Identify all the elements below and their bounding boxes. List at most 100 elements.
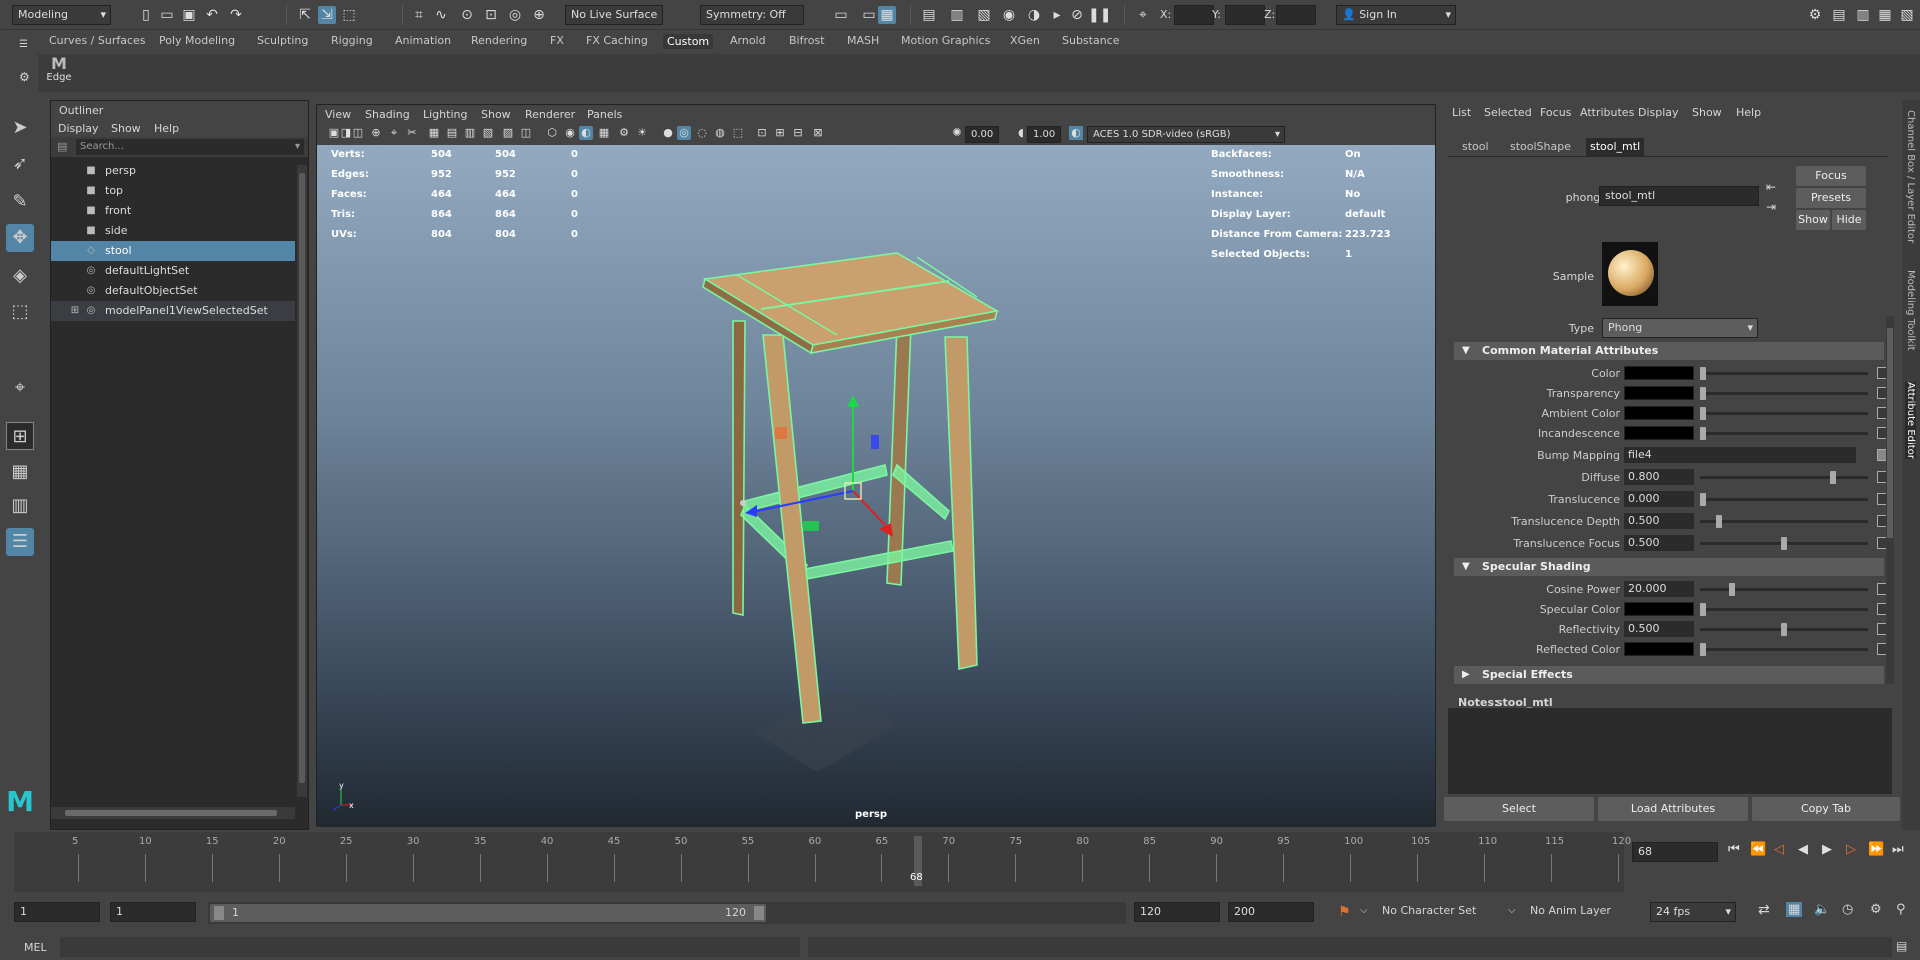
color-swatch[interactable]	[1624, 602, 1694, 616]
range-slider-bar[interactable]: 1 120	[210, 904, 766, 922]
loop-icon[interactable]: ⇄	[1758, 902, 1770, 918]
cache-playback-icon[interactable]: ▦	[1786, 902, 1803, 917]
attribute-slider[interactable]	[1700, 387, 1868, 400]
expand-icon[interactable]: ⊞	[69, 305, 81, 317]
numeric-field[interactable]: 0.800	[1624, 469, 1694, 485]
time-slider[interactable]: 5 10 15 20 25 30 35 40 45 50 55 60 65 70 75 80 85 90 95 100…	[0, 832, 1920, 894]
tab-fx-caching[interactable]: FX Caching	[586, 34, 648, 47]
slider-handle[interactable]	[1700, 367, 1706, 380]
toggle-tool-settings-icon[interactable]: ▦	[1876, 6, 1894, 24]
range-slider-track[interactable]: 1 120	[208, 902, 1126, 924]
animation-prefs-icon[interactable]: ⚙	[1870, 902, 1882, 917]
outliner-item[interactable]: ■ front	[51, 201, 295, 221]
snap-point-icon[interactable]: ⊙	[458, 6, 476, 24]
scale-tool-icon[interactable]: ⬚	[6, 298, 34, 326]
range-start-handle[interactable]	[214, 906, 224, 920]
attribute-slider[interactable]	[1700, 407, 1868, 420]
panel-menu-panels[interactable]: Panels	[587, 108, 622, 121]
isolate-select-icon[interactable]: ⬚	[731, 126, 745, 140]
time-slider-track[interactable]: 5 10 15 20 25 30 35 40 45 50 55 60 65 70 75 80 85 90 95 100…	[14, 832, 1631, 892]
xray-icon[interactable]: ⊡	[755, 126, 769, 140]
range-end-handle[interactable]	[754, 906, 764, 920]
outliner-item[interactable]: ■ persp	[51, 161, 295, 181]
wireframe-icon[interactable]: ⬡	[545, 126, 559, 140]
go-to-input-icon[interactable]: ⇤	[1766, 180, 1776, 194]
outliner-item[interactable]: ■ side	[51, 221, 295, 241]
animation-end-field[interactable]: 200	[1228, 902, 1314, 922]
render-view-icon[interactable]: ▧	[975, 6, 993, 24]
focus-button[interactable]: Focus	[1796, 166, 1866, 186]
panel-menu-view[interactable]: View	[325, 108, 351, 121]
notes-textarea[interactable]	[1448, 708, 1892, 794]
toggle-attribute-editor-icon[interactable]: ▥	[1854, 6, 1872, 24]
step-forward-key-icon[interactable]: ⏩	[1868, 842, 1884, 857]
attribute-slider[interactable]	[1700, 537, 1868, 550]
numeric-field[interactable]: 0.500	[1624, 621, 1694, 637]
filter-icon[interactable]: ▤	[57, 140, 67, 153]
slider-handle[interactable]	[1700, 427, 1706, 440]
auto-key-icon[interactable]: ⚑	[1338, 904, 1351, 920]
render-settings-icon[interactable]: ▦	[878, 6, 896, 24]
ae-menu-item[interactable]: Attributes	[1580, 106, 1634, 119]
ae-tab-stool[interactable]: stool	[1458, 138, 1493, 156]
special-effects-section[interactable]: ▶ Special Effects	[1454, 666, 1884, 684]
outliner-menu-help[interactable]: Help	[154, 122, 179, 135]
step-forward-frame-icon[interactable]: ▷	[1846, 842, 1856, 857]
color-swatch[interactable]	[1624, 426, 1694, 440]
attribute-slider[interactable]	[1700, 643, 1868, 656]
xray-active-icon[interactable]: ⊞	[773, 126, 787, 140]
color-swatch[interactable]	[1624, 642, 1694, 656]
anim-layer-label[interactable]: No Anim Layer	[1530, 904, 1611, 917]
render-ipr-icon[interactable]: ▥	[948, 6, 966, 24]
slider-handle[interactable]	[1729, 583, 1735, 596]
tab-channel-box[interactable]: Channel Box / Layer Editor	[1905, 110, 1916, 243]
presets-button[interactable]: Presets	[1796, 188, 1866, 208]
four-view-layout-icon[interactable]: ▦	[6, 458, 34, 486]
ipr-icon[interactable]: ▭	[860, 6, 878, 24]
outliner-search-input[interactable]: Search... ▾	[76, 139, 304, 155]
attribute-slider[interactable]	[1700, 367, 1868, 380]
y-field[interactable]	[1225, 5, 1265, 25]
tab-sculpting[interactable]: Sculpting	[257, 34, 308, 47]
fps-dropdown[interactable]: 24 fps ▾	[1650, 902, 1736, 922]
outliner-item[interactable]: ⊞ ◎ modelPanel1ViewSelectedSet	[51, 301, 295, 321]
attribute-slider[interactable]	[1700, 471, 1868, 484]
bump-map-field[interactable]: file4	[1624, 447, 1856, 463]
current-frame-field[interactable]: 68	[1632, 842, 1718, 862]
attribute-slider[interactable]	[1700, 515, 1868, 528]
tab-poly-modeling[interactable]: Poly Modeling	[159, 34, 235, 47]
transform-icon[interactable]: ⌖	[1134, 6, 1152, 24]
playback-end-field[interactable]: 120	[1134, 902, 1220, 922]
select-component-icon[interactable]: ⬚	[340, 6, 358, 24]
numeric-field[interactable]: 0.500	[1624, 513, 1694, 529]
viewport-canvas[interactable]: Verts: 504 504 0 Edges: 952 952 0 Faces: 464 464 0 T…	[317, 145, 1435, 827]
screen-space-ao-icon[interactable]: ◎	[677, 126, 691, 140]
backface-icon[interactable]: ⊟	[791, 126, 805, 140]
ae-menu-item[interactable]: Focus	[1540, 106, 1571, 119]
gate-mask-icon[interactable]: ▧	[481, 126, 495, 140]
anti-alias-icon[interactable]: ◍	[713, 126, 727, 140]
menu-set-dropdown[interactable]: Modeling ▾	[12, 5, 111, 25]
material-type-dropdown[interactable]: Phong ▾	[1602, 318, 1758, 338]
gamma-icon[interactable]: ◖	[1014, 126, 1028, 140]
xray-joints-icon[interactable]: ⚙	[617, 126, 631, 140]
tab-substance[interactable]: Substance	[1062, 34, 1120, 47]
tab-animation[interactable]: Animation	[395, 34, 451, 47]
grid-icon[interactable]: ▦	[427, 126, 441, 140]
ae-tab-stoolshape[interactable]: stoolShape	[1506, 138, 1575, 156]
play-backwards-icon[interactable]: ◀	[1798, 842, 1808, 857]
outliner-item[interactable]: ■ top	[51, 181, 295, 201]
image-plane-icon[interactable]: ⌖	[387, 126, 401, 140]
tab-attribute-editor[interactable]: Attribute Editor	[1905, 382, 1916, 459]
slider-handle[interactable]	[1700, 603, 1706, 616]
outliner-v-scrollbar[interactable]	[297, 165, 307, 797]
tab-fx[interactable]: FX	[550, 34, 564, 47]
step-back-key-icon[interactable]: ⏪	[1750, 842, 1766, 857]
gamma-field[interactable]: 1.00	[1027, 126, 1061, 143]
tab-modeling-toolkit[interactable]: Modeling Toolkit	[1905, 270, 1916, 351]
animation-start-field[interactable]: 1	[14, 902, 100, 922]
slider-handle[interactable]	[1700, 387, 1706, 400]
ae-menu-item[interactable]: Help	[1736, 106, 1761, 119]
camera-attributes-icon[interactable]: ◫	[351, 126, 365, 140]
film-gate-icon[interactable]: ▤	[445, 126, 459, 140]
